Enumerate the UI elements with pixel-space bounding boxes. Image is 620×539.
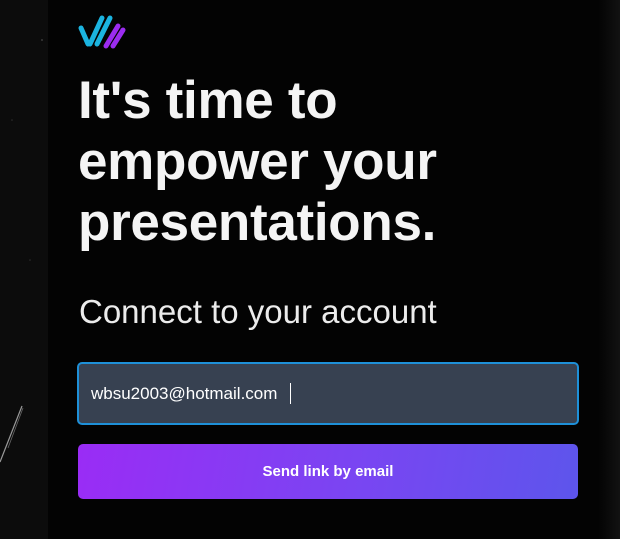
headline-line-2: empower your (78, 132, 437, 191)
right-edge-shade (598, 0, 620, 539)
text-caret (290, 383, 291, 404)
email-field[interactable] (77, 362, 579, 425)
page-headline: It's time to empower your presentations. (78, 70, 578, 253)
background-decoration (0, 39, 43, 463)
brand-stripes-logo-icon (76, 8, 126, 50)
send-link-button[interactable]: Send link by email (78, 444, 578, 499)
login-page: It's time to empower your presentations.… (0, 0, 620, 539)
login-subtitle: Connect to your account (79, 293, 437, 330)
headline-line-1: It's time to (78, 71, 338, 130)
headline-line-3: presentations. (78, 193, 437, 252)
background-image-strip (0, 0, 48, 539)
